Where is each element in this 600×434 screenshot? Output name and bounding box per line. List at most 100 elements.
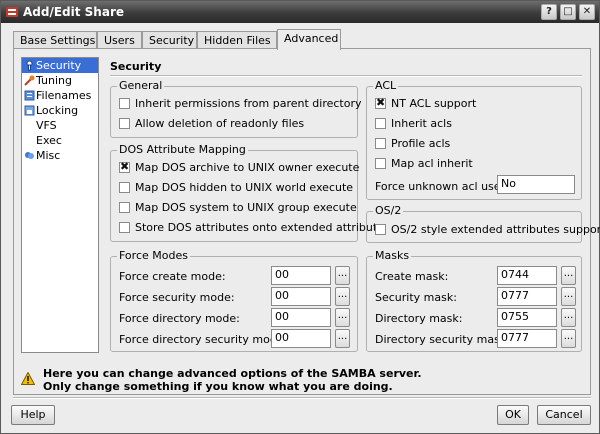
title-bar[interactable]: Add/Edit Share ? □ ✕	[1, 1, 599, 23]
help-window-button[interactable]: ?	[541, 4, 557, 20]
tab-advanced[interactable]: Advanced	[277, 29, 341, 50]
force-directory-mode-field[interactable]: 00	[271, 308, 331, 327]
misc-icon	[25, 152, 34, 159]
warning-line-2: Only change something if you know what y…	[43, 380, 393, 393]
nav-label: Security	[36, 59, 82, 72]
nav-item-security[interactable]: Security	[22, 58, 98, 73]
section-divider	[110, 75, 582, 77]
inherit-acls-checkbox[interactable]: Inherit acls	[375, 117, 452, 130]
security-mask-field[interactable]: 0777	[497, 287, 557, 306]
force-directory-mode-label: Force directory mode:	[119, 312, 240, 325]
map-archive-checkbox[interactable]: Map DOS archive to UNIX owner execute	[119, 160, 359, 174]
filenames-icon	[24, 90, 35, 101]
category-list[interactable]: Security Tuning Filenames Locking VFS Ex…	[21, 57, 99, 353]
group-title: DOS Attribute Mapping	[117, 143, 248, 156]
masks-group: Masks Create mask: 0744 ... Security mas…	[366, 249, 582, 352]
nav-label: Filenames	[36, 89, 92, 102]
security-icon	[26, 60, 33, 71]
tab-security[interactable]: Security	[142, 31, 197, 49]
checkbox-box	[375, 158, 386, 169]
profile-acls-checkbox[interactable]: Profile acls	[375, 137, 450, 150]
locking-icon	[24, 105, 35, 116]
force-modes-group: Force Modes Force create mode: 00 ... Fo…	[110, 249, 358, 352]
checkbox-box	[375, 118, 386, 129]
nav-item-exec[interactable]: Exec	[22, 133, 98, 148]
footer-divider	[13, 397, 591, 399]
directory-security-mask-browse-button[interactable]: ...	[561, 329, 576, 348]
checkbox-box	[119, 118, 130, 129]
nav-label: Misc	[36, 149, 61, 162]
tab-users[interactable]: Users	[97, 31, 142, 49]
group-title: OS/2	[373, 204, 404, 217]
create-mask-browse-button[interactable]: ...	[561, 266, 576, 285]
force-create-mode-browse-button[interactable]: ...	[335, 266, 350, 285]
tab-base-settings[interactable]: Base Settings	[13, 31, 97, 49]
force-security-mode-label: Force security mode:	[119, 291, 235, 304]
map-acl-inherit-checkbox[interactable]: Map acl inherit	[375, 157, 473, 170]
tab-hidden-files[interactable]: Hidden Files	[197, 31, 277, 49]
checkbox-box	[119, 202, 130, 213]
os2-group: OS/2 OS/2 style extended attributes supp…	[366, 204, 600, 243]
group-title: ACL	[373, 79, 399, 92]
nav-label: Locking	[36, 104, 79, 117]
warning-text: Here you can change advanced options of …	[43, 367, 422, 393]
create-mask-field[interactable]: 0744	[497, 266, 557, 285]
force-unknown-acl-user-label: Force unknown acl user:	[375, 180, 509, 193]
warning-line-1: Here you can change advanced options of …	[43, 367, 422, 380]
app-icon	[6, 7, 18, 17]
checkbox-box	[375, 96, 386, 109]
maximize-button[interactable]: □	[560, 4, 576, 20]
force-security-mode-field[interactable]: 00	[271, 287, 331, 306]
general-group: General Inherit permissions from parent …	[110, 79, 362, 138]
directory-security-mask-label: Directory security mask:	[375, 333, 510, 346]
nav-item-vfs[interactable]: VFS	[22, 118, 98, 133]
checkbox-box	[119, 98, 130, 109]
ok-button[interactable]: OK	[497, 405, 529, 425]
warning-icon	[21, 372, 35, 385]
map-system-checkbox[interactable]: Map DOS system to UNIX group execute	[119, 201, 357, 214]
window-title: Add/Edit Share	[23, 5, 125, 19]
advanced-tab-panel: Security Tuning Filenames Locking VFS Ex…	[13, 48, 600, 395]
nav-item-locking[interactable]: Locking	[22, 103, 98, 118]
help-button[interactable]: Help	[11, 405, 55, 425]
security-mask-browse-button[interactable]: ...	[561, 287, 576, 306]
checkbox-box	[119, 182, 130, 193]
store-dos-attributes-checkbox[interactable]: Store DOS attributes onto extended attri…	[119, 221, 384, 234]
nav-item-misc[interactable]: Misc	[22, 148, 98, 163]
checkbox-box	[375, 138, 386, 149]
nt-acl-support-checkbox[interactable]: NT ACL support	[375, 96, 476, 110]
force-directory-mode-browse-button[interactable]: ...	[335, 308, 350, 327]
group-title: General	[117, 79, 165, 92]
force-directory-security-mode-field[interactable]: 00	[271, 329, 331, 348]
cancel-button[interactable]: Cancel	[537, 405, 591, 425]
force-directory-security-mode-label: Force directory security mode:	[119, 333, 288, 346]
nav-label: Tuning	[36, 74, 73, 87]
close-button[interactable]: ✕	[579, 4, 595, 20]
os2-extended-attributes-checkbox[interactable]: OS/2 style extended attributes support	[375, 223, 600, 236]
nav-label: Exec	[36, 134, 62, 147]
inherit-permissions-checkbox[interactable]: Inherit permissions from parent director…	[119, 97, 362, 110]
directory-security-mask-field[interactable]: 0777	[497, 329, 557, 348]
allow-deletion-readonly-checkbox[interactable]: Allow deletion of readonly files	[119, 117, 304, 130]
force-unknown-acl-user-field[interactable]: No	[497, 175, 575, 194]
force-create-mode-field[interactable]: 00	[271, 266, 331, 285]
directory-mask-browse-button[interactable]: ...	[561, 308, 576, 327]
group-title: Force Modes	[117, 249, 190, 262]
force-security-mode-browse-button[interactable]: ...	[335, 287, 350, 306]
force-create-mode-label: Force create mode:	[119, 270, 226, 283]
map-hidden-checkbox[interactable]: Map DOS hidden to UNIX world execute	[119, 181, 353, 194]
directory-mask-field[interactable]: 0755	[497, 308, 557, 327]
directory-mask-label: Directory mask:	[375, 312, 463, 325]
nav-item-filenames[interactable]: Filenames	[22, 88, 98, 103]
checkbox-box	[375, 224, 386, 235]
section-title: Security	[110, 60, 162, 73]
security-mask-label: Security mask:	[375, 291, 457, 304]
nav-item-tuning[interactable]: Tuning	[22, 73, 98, 88]
acl-group: ACL NT ACL support Inherit acls Profile …	[366, 79, 582, 200]
force-directory-security-mode-browse-button[interactable]: ...	[335, 329, 350, 348]
nav-label: VFS	[36, 119, 57, 132]
tuning-icon	[24, 75, 35, 86]
add-edit-share-window: Add/Edit Share ? □ ✕ Base Settings Users…	[0, 0, 600, 434]
checkbox-box	[119, 160, 130, 173]
checkbox-box	[119, 222, 130, 233]
